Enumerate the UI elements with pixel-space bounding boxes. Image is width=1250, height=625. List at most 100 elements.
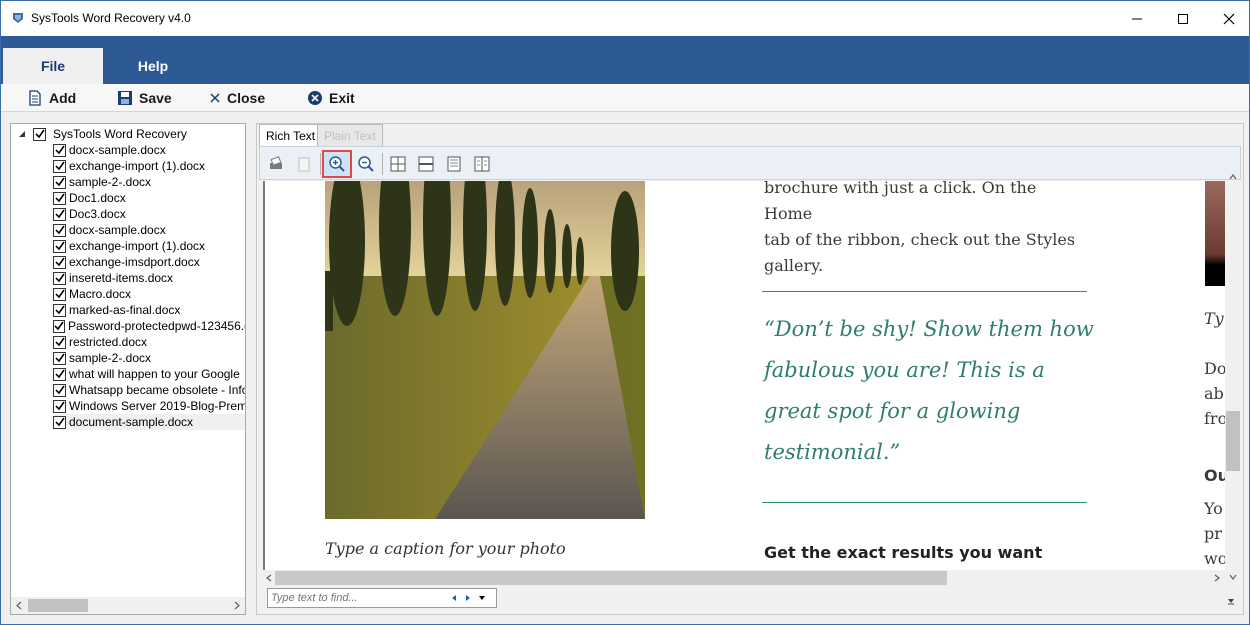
item-checkbox[interactable] xyxy=(53,399,66,413)
tree-item-label: restricted.docx xyxy=(69,335,148,349)
item-checkbox[interactable] xyxy=(53,143,66,157)
tree-item[interactable]: restricted.docx xyxy=(53,334,245,350)
item-checkbox[interactable] xyxy=(53,335,66,349)
tab-rich-text[interactable]: Rich Text xyxy=(259,124,323,146)
add-document-icon xyxy=(29,90,41,106)
single-page-icon xyxy=(447,156,461,172)
item-checkbox[interactable] xyxy=(53,351,66,365)
scroll-down-icon[interactable] xyxy=(1229,573,1237,581)
maximize-icon xyxy=(1178,13,1188,24)
toolbar-separator xyxy=(320,153,321,175)
checkmark-icon xyxy=(54,401,65,411)
scroll-left-icon[interactable] xyxy=(265,574,273,582)
maximize-button[interactable] xyxy=(1160,1,1206,36)
tree-item[interactable]: document-sample.docx xyxy=(53,414,245,430)
item-checkbox[interactable] xyxy=(53,319,65,333)
find-box xyxy=(267,588,497,608)
tree-item-label: marked-as-final.docx xyxy=(69,303,181,317)
tree-item-label: document-sample.docx xyxy=(69,415,194,429)
item-checkbox[interactable] xyxy=(53,175,66,189)
col3-text: Do xyxy=(1204,359,1225,378)
item-checkbox[interactable] xyxy=(53,223,66,237)
tree-item[interactable]: exchange-imsdport.docx xyxy=(53,254,245,270)
tree-item[interactable]: sample-2-.docx xyxy=(53,174,245,190)
item-checkbox[interactable] xyxy=(53,287,66,301)
tree-item[interactable]: Whatsapp became obsolete - Info xyxy=(53,382,245,398)
tree-item[interactable]: what will happen to your Google xyxy=(53,366,245,382)
vertical-scroll-thumb[interactable] xyxy=(1226,411,1240,471)
scroll-left-icon[interactable] xyxy=(15,601,23,610)
add-button[interactable]: Add xyxy=(27,88,76,108)
fit-page-button[interactable] xyxy=(386,152,410,176)
tree-scroll-thumb[interactable] xyxy=(28,599,88,612)
zoom-in-button[interactable] xyxy=(322,150,352,178)
tab-help[interactable]: Help xyxy=(103,48,203,84)
tree-item[interactable]: Doc1.docx xyxy=(53,190,245,206)
minimize-icon xyxy=(1132,18,1142,19)
tree-item-label: exchange-imsdport.docx xyxy=(69,255,200,269)
close-button[interactable]: Close xyxy=(209,88,265,108)
tree-item-label: Windows Server 2019-Blog-Prem xyxy=(69,399,246,413)
tree-item[interactable]: inseretd-items.docx xyxy=(53,270,245,286)
item-checkbox[interactable] xyxy=(53,367,66,381)
col3-text: ab xyxy=(1204,384,1224,403)
item-checkbox[interactable] xyxy=(53,271,66,285)
tree-item[interactable]: exchange-import (1).docx xyxy=(53,158,245,174)
tree-item[interactable]: Macro.docx xyxy=(53,286,245,302)
two-page-icon xyxy=(474,156,490,172)
tree-item[interactable]: sample-2-.docx xyxy=(53,350,245,366)
save-button[interactable]: Save xyxy=(117,88,172,108)
item-checkbox[interactable] xyxy=(53,415,66,429)
testimonial-quote: “Don’t be shy! Show them how fabulous yo… xyxy=(764,309,1094,473)
tree-item-label: docx-sample.docx xyxy=(69,223,166,237)
tree-item[interactable]: Doc3.docx xyxy=(53,206,245,222)
item-checkbox[interactable] xyxy=(53,383,66,397)
item-checkbox[interactable] xyxy=(53,159,66,173)
root-checkbox[interactable] xyxy=(33,127,46,141)
print-button[interactable] xyxy=(264,152,288,176)
checkmark-icon xyxy=(54,289,65,299)
tree-horizontal-scrollbar[interactable] xyxy=(11,597,245,614)
find-input[interactable] xyxy=(271,592,446,604)
minimize-button[interactable] xyxy=(1114,1,1160,36)
tree-item[interactable]: docx-sample.docx xyxy=(53,142,245,158)
fit-width-button[interactable] xyxy=(414,152,438,176)
tree-item[interactable]: Password-protectedpwd-123456.docx xyxy=(53,318,245,334)
horizontal-scroll-thumb[interactable] xyxy=(275,571,947,585)
scroll-right-icon[interactable] xyxy=(1213,574,1221,582)
tree-item[interactable]: docx-sample.docx xyxy=(53,222,245,238)
document-viewport[interactable]: Type a caption for your photo brochure w… xyxy=(263,181,1225,570)
collapse-arrow-icon[interactable] xyxy=(17,129,27,139)
collapse-panel-icon[interactable] xyxy=(1226,596,1236,606)
find-previous-icon[interactable] xyxy=(450,594,458,602)
item-checkbox[interactable] xyxy=(53,303,66,317)
tree-item[interactable]: Windows Server 2019-Blog-Prem xyxy=(53,398,246,414)
tree-item[interactable]: marked-as-final.docx xyxy=(53,302,245,318)
find-next-icon[interactable] xyxy=(464,594,472,602)
find-options-dropdown-icon[interactable] xyxy=(478,594,486,602)
scroll-up-icon[interactable] xyxy=(1229,173,1237,181)
zoom-out-button[interactable] xyxy=(354,152,378,176)
item-checkbox[interactable] xyxy=(53,207,66,221)
two-page-button[interactable] xyxy=(470,152,494,176)
document-vertical-scrollbar[interactable] xyxy=(1225,174,1241,580)
document-horizontal-scrollbar[interactable] xyxy=(263,570,1225,586)
quote-line: fabulous you are! This is a xyxy=(764,358,1045,382)
exit-button[interactable]: Exit xyxy=(307,88,355,108)
tree-item[interactable]: exchange-import (1).docx xyxy=(53,238,245,254)
tree-root[interactable]: SysTools Word Recovery xyxy=(17,126,187,142)
app-window: SysTools Word Recovery v4.0 File Help Ad… xyxy=(0,0,1250,625)
item-checkbox[interactable] xyxy=(53,255,66,269)
close-window-button[interactable] xyxy=(1206,1,1250,36)
zoom-out-icon xyxy=(358,156,374,172)
item-checkbox[interactable] xyxy=(53,191,66,205)
single-page-button[interactable] xyxy=(442,152,466,176)
checkmark-icon xyxy=(54,161,65,171)
item-checkbox[interactable] xyxy=(53,239,66,253)
document-toolbar xyxy=(259,146,1241,180)
scroll-right-icon[interactable] xyxy=(233,601,241,610)
col3-text: pr xyxy=(1204,524,1222,543)
tab-plain-text[interactable]: Plain Text xyxy=(317,124,383,146)
copy-button[interactable] xyxy=(292,152,316,176)
tab-file[interactable]: File xyxy=(3,48,103,84)
